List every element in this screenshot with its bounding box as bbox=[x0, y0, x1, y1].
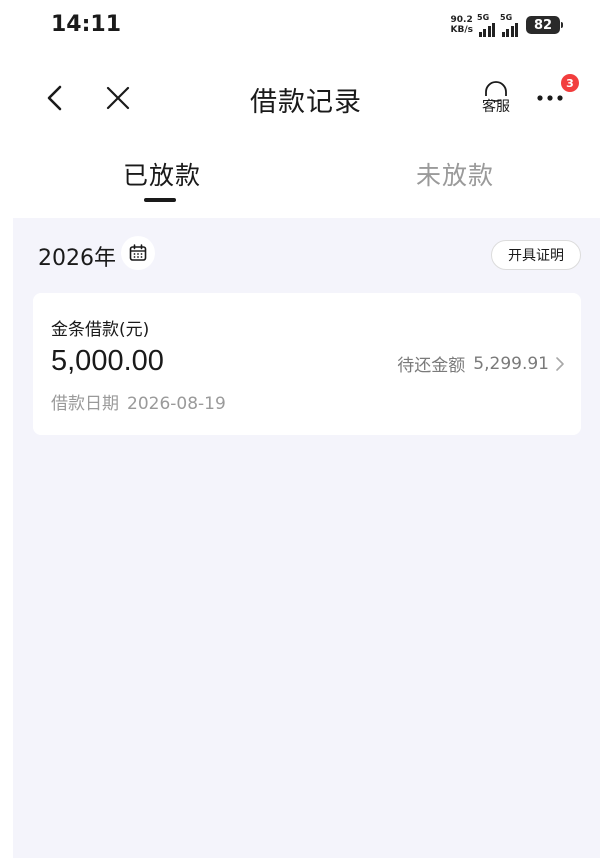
calendar-button[interactable] bbox=[121, 236, 155, 270]
sim2-label: 5G bbox=[500, 13, 513, 22]
tab-indicator bbox=[144, 198, 176, 202]
loan-date-value: 2026-08-19 bbox=[127, 394, 226, 414]
status-icons: 90.2 KB/s 5G 5G 82 bbox=[451, 12, 563, 38]
network-speed-value: 90.2 bbox=[450, 15, 473, 25]
customer-service-label: 客服 bbox=[482, 99, 510, 115]
sim2-signal-icon: 5G bbox=[500, 13, 518, 37]
loan-status-tabs: 已放款 未放款 bbox=[0, 140, 612, 216]
battery-icon: 82 bbox=[526, 16, 563, 34]
loan-date: 借款日期 2026-08-19 bbox=[51, 389, 226, 414]
status-bar: 14:11 90.2 KB/s 5G 5G 82 bbox=[0, 0, 612, 52]
battery-level: 82 bbox=[533, 17, 553, 33]
chevron-right-icon bbox=[556, 356, 564, 371]
repayment-value: 5,299.91 bbox=[473, 353, 549, 374]
loan-product-name: 金条借款(元) bbox=[51, 320, 150, 340]
issue-certificate-button[interactable]: 开具证明 bbox=[491, 240, 581, 270]
loan-amount: 5,000.00 bbox=[51, 345, 164, 377]
nav-bar: 借款记录 客服 3 bbox=[0, 60, 612, 136]
loan-date-label: 借款日期 bbox=[51, 394, 119, 414]
network-speed: 90.2 KB/s bbox=[451, 15, 473, 35]
customer-service-button[interactable]: 客服 bbox=[478, 80, 514, 120]
notification-badge: 3 bbox=[561, 74, 579, 92]
status-time: 14:11 bbox=[51, 12, 122, 37]
loan-card[interactable]: 金条借款(元) 5,000.00 借款日期 2026-08-19 待还金额 5,2… bbox=[33, 293, 581, 435]
page-title: 借款记录 bbox=[250, 87, 362, 118]
tab-not-disbursed[interactable]: 未放款 bbox=[416, 156, 494, 192]
loan-records-list: 2026年 开具证明 金条借款(元) 5,000.00 借款日期 2026-08-… bbox=[13, 218, 600, 858]
calendar-icon bbox=[129, 244, 147, 261]
network-speed-unit: KB/s bbox=[450, 25, 473, 35]
repayment-label: 待还金额 bbox=[397, 356, 466, 376]
repayment-amount[interactable]: 待还金额 5,299.91 bbox=[397, 351, 565, 376]
sim1-signal-icon: 5G bbox=[477, 13, 495, 37]
year-label: 2026年 bbox=[38, 246, 116, 271]
sim1-label: 5G bbox=[477, 13, 490, 22]
tab-disbursed[interactable]: 已放款 bbox=[123, 156, 201, 192]
